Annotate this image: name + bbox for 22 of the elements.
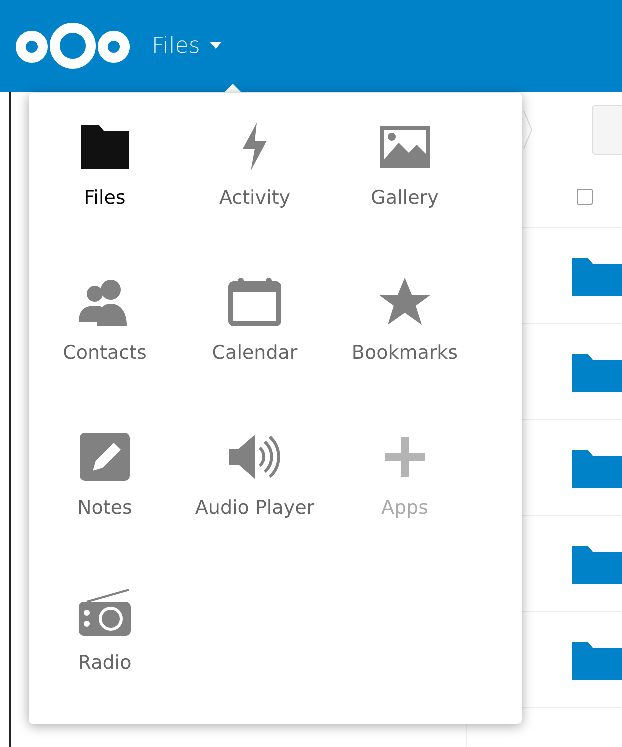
- folder-icon[interactable]: [572, 544, 622, 584]
- app-menu-item[interactable]: Audio Player: [189, 421, 321, 529]
- caret-icon: [210, 42, 222, 50]
- chevron-icon: [523, 110, 533, 150]
- select-all-checkbox[interactable]: [577, 189, 593, 205]
- folder-icon[interactable]: [572, 352, 622, 392]
- star-icon: [377, 276, 433, 328]
- app-menu-item[interactable]: Radio: [71, 576, 139, 684]
- app-menu-item[interactable]: Bookmarks: [346, 266, 464, 374]
- app-menu-item[interactable]: Calendar: [206, 266, 304, 374]
- calendar-icon: [227, 276, 283, 328]
- app-menu-item[interactable]: Files: [71, 111, 139, 219]
- folder-icon[interactable]: [572, 256, 622, 296]
- app-menu-item[interactable]: Notes: [71, 421, 139, 529]
- folder-icon[interactable]: [572, 640, 622, 680]
- app-menu-button[interactable]: Files: [148, 30, 226, 62]
- folder-icon[interactable]: [572, 448, 622, 488]
- app-menu-item[interactable]: Contacts: [57, 266, 153, 374]
- app-menu-item[interactable]: Gallery: [365, 111, 445, 219]
- app-menu-item[interactable]: Activity: [213, 111, 297, 219]
- radio-icon: [77, 586, 133, 638]
- note-pencil-icon: [77, 431, 133, 483]
